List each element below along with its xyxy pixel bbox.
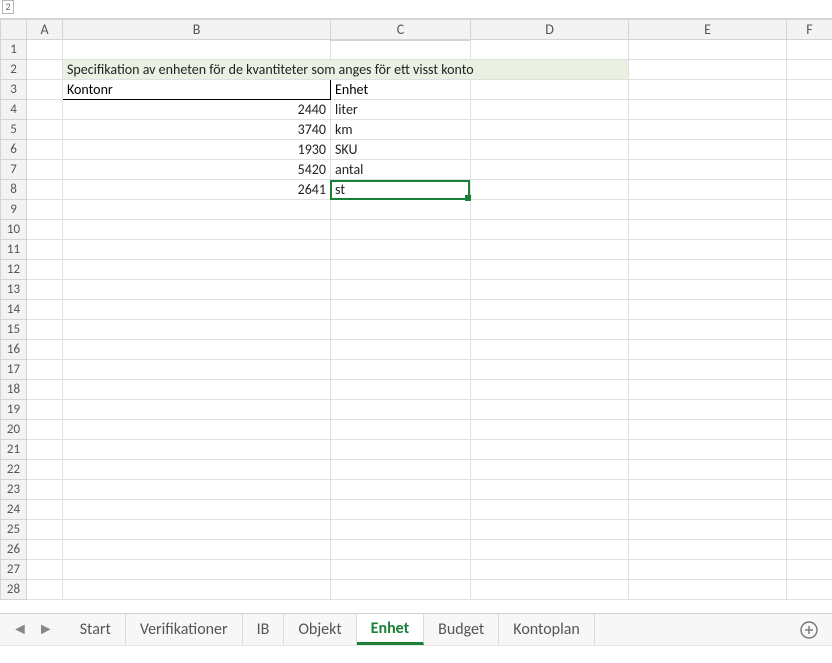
row-header[interactable]: 11 (1, 240, 27, 260)
col-header-B[interactable]: B (63, 20, 331, 40)
col-header-E[interactable]: E (629, 20, 787, 40)
status-bar (0, 645, 832, 663)
row-header[interactable]: 28 (1, 580, 27, 600)
row-header[interactable]: 24 (1, 500, 27, 520)
sheet-title[interactable]: Specifikation av enheten för de kvantite… (63, 60, 629, 80)
cell-konto[interactable]: 2641 (63, 180, 331, 200)
row-header[interactable]: 5 (1, 120, 27, 140)
col-header-F[interactable]: F (787, 20, 832, 40)
header-kontonr[interactable]: Kontonr (63, 80, 331, 100)
cell-enhet[interactable]: km (331, 120, 471, 140)
row-header[interactable]: 9 (1, 200, 27, 220)
col-header-D[interactable]: D (471, 20, 629, 40)
row-header[interactable]: 10 (1, 220, 27, 240)
row-header[interactable]: 6 (1, 140, 27, 160)
plus-circle-icon (800, 621, 818, 639)
column-header-row[interactable]: A B C D E F (1, 20, 832, 40)
tab-kontoplan[interactable]: Kontoplan (499, 614, 595, 645)
row-header[interactable]: 16 (1, 340, 27, 360)
row-header[interactable]: 12 (1, 260, 27, 280)
select-all-corner[interactable] (1, 20, 27, 40)
tab-nav-next-icon[interactable]: ► (38, 620, 54, 639)
row-header[interactable]: 13 (1, 280, 27, 300)
cell-konto[interactable]: 5420 (63, 160, 331, 180)
cell-enhet[interactable]: st (331, 180, 471, 200)
row-header[interactable]: 4 (1, 100, 27, 120)
tab-objekt[interactable]: Objekt (284, 614, 356, 645)
sheet-tab-bar: ◄ ► Start Verifikationer IB Objekt Enhet… (0, 613, 832, 645)
row-header[interactable]: 1 (1, 40, 27, 60)
row-header[interactable]: 17 (1, 360, 27, 380)
row-header[interactable]: 8 (1, 180, 27, 200)
tab-nav-prev-icon[interactable]: ◄ (12, 620, 28, 639)
tab-ib[interactable]: IB (243, 614, 285, 645)
tab-enhet[interactable]: Enhet (357, 614, 424, 645)
row-header[interactable]: 26 (1, 540, 27, 560)
row-header[interactable]: 7 (1, 160, 27, 180)
cell-enhet[interactable]: liter (331, 100, 471, 120)
spreadsheet-area[interactable]: A B C D E F 1 2 Specifikation av enheten… (0, 18, 832, 616)
grid-table[interactable]: A B C D E F 1 2 Specifikation av enheten… (0, 19, 832, 600)
tabs: Start Verifikationer IB Objekt Enhet Bud… (66, 614, 786, 645)
row-header[interactable]: 19 (1, 400, 27, 420)
cell-enhet[interactable]: SKU (331, 140, 471, 160)
header-enhet[interactable]: Enhet (331, 80, 471, 100)
tab-nav-arrows[interactable]: ◄ ► (0, 620, 66, 639)
outline-level-box[interactable]: 2 (2, 0, 14, 14)
cell-konto[interactable]: 1930 (63, 140, 331, 160)
tab-verifikationer[interactable]: Verifikationer (126, 614, 243, 645)
cell-konto[interactable]: 2440 (63, 100, 331, 120)
col-header-C[interactable]: C (331, 20, 471, 40)
row-header[interactable]: 20 (1, 420, 27, 440)
row-header[interactable]: 3 (1, 80, 27, 100)
row-header[interactable]: 14 (1, 300, 27, 320)
add-sheet-button[interactable] (786, 621, 832, 639)
cell-enhet[interactable]: antal (331, 160, 471, 180)
row-header[interactable]: 2 (1, 60, 27, 80)
row-header[interactable]: 18 (1, 380, 27, 400)
row-header[interactable]: 25 (1, 520, 27, 540)
row-header[interactable]: 21 (1, 440, 27, 460)
col-header-A[interactable]: A (27, 20, 63, 40)
row-header[interactable]: 27 (1, 560, 27, 580)
tab-budget[interactable]: Budget (424, 614, 499, 645)
row-header[interactable]: 23 (1, 480, 27, 500)
row-header[interactable]: 22 (1, 460, 27, 480)
tab-start[interactable]: Start (66, 614, 126, 645)
row-header[interactable]: 15 (1, 320, 27, 340)
cell-konto[interactable]: 3740 (63, 120, 331, 140)
